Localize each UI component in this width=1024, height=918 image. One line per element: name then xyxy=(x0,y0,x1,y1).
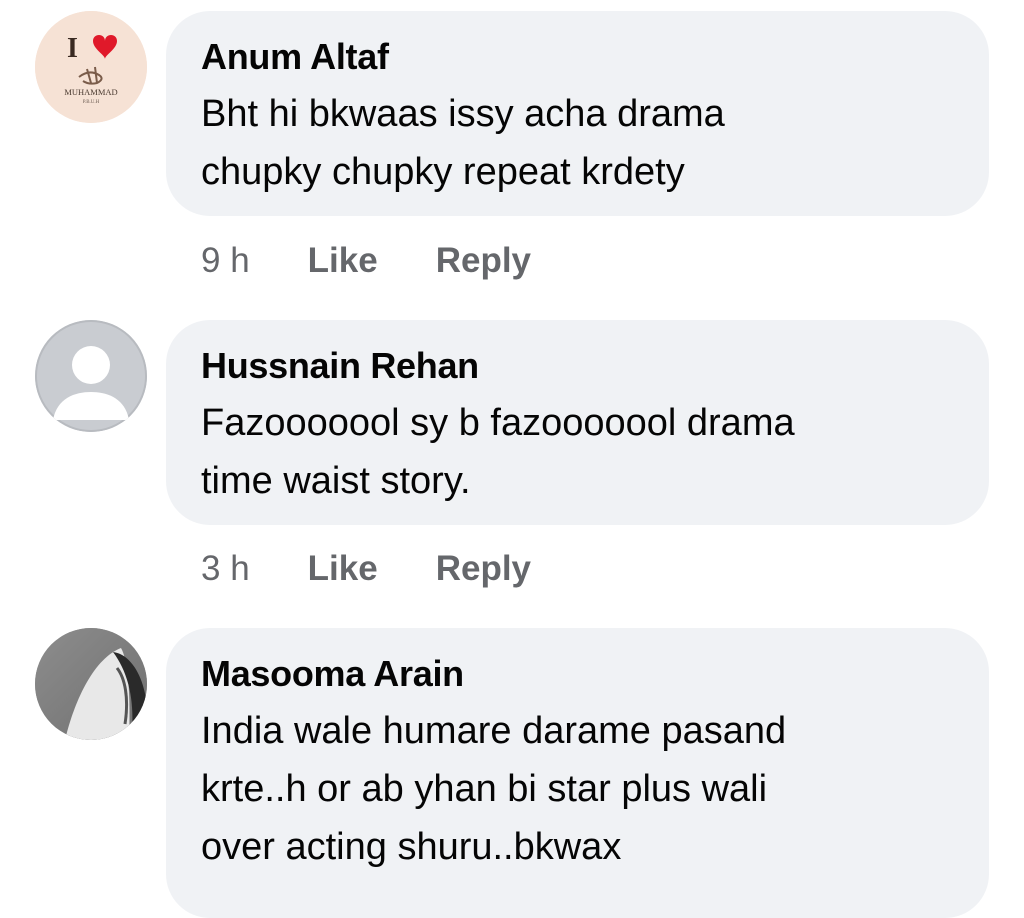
comment-actions: 3 h Like Reply xyxy=(201,547,531,591)
default-user-avatar-icon xyxy=(35,320,147,432)
photo-avatar-icon xyxy=(35,628,147,740)
comment-actions: 9 h Like Reply xyxy=(201,239,531,283)
comment-timestamp[interactable]: 3 h xyxy=(201,549,250,589)
comment-timestamp[interactable]: 9 h xyxy=(201,241,250,281)
reply-button[interactable]: Reply xyxy=(436,241,531,281)
comment-author[interactable]: Hussnain Rehan xyxy=(201,344,959,388)
comment-bubble: Hussnain Rehan Fazooooool sy b fazoooooo… xyxy=(166,320,989,525)
i-love-muhammad-avatar-icon: I MUHAMMAD P.B.U.H xyxy=(35,11,147,123)
comment-bubble: Anum Altaf Bht hi bkwaas issy acha drama… xyxy=(166,11,989,216)
reply-button[interactable]: Reply xyxy=(436,549,531,589)
comment-text: Fazooooool sy b fazooooool drama time wa… xyxy=(201,402,795,502)
avatar-letter: I xyxy=(67,33,78,64)
comment-author[interactable]: Anum Altaf xyxy=(201,35,959,79)
avatar-caption: MUHAMMAD xyxy=(64,87,117,97)
like-button[interactable]: Like xyxy=(308,241,378,281)
avatar[interactable] xyxy=(35,320,147,432)
avatar[interactable] xyxy=(35,628,147,740)
comment-bubble: Masooma Arain India wale humare darame p… xyxy=(166,628,989,918)
comment-author[interactable]: Masooma Arain xyxy=(201,652,959,696)
avatar-subcaption: P.B.U.H xyxy=(83,100,100,105)
like-button[interactable]: Like xyxy=(308,549,378,589)
comment-text: India wale humare darame pasand krte..h … xyxy=(201,710,787,868)
avatar[interactable]: I MUHAMMAD P.B.U.H xyxy=(35,11,147,123)
comment-text: Bht hi bkwaas issy acha drama chupky chu… xyxy=(201,93,725,193)
